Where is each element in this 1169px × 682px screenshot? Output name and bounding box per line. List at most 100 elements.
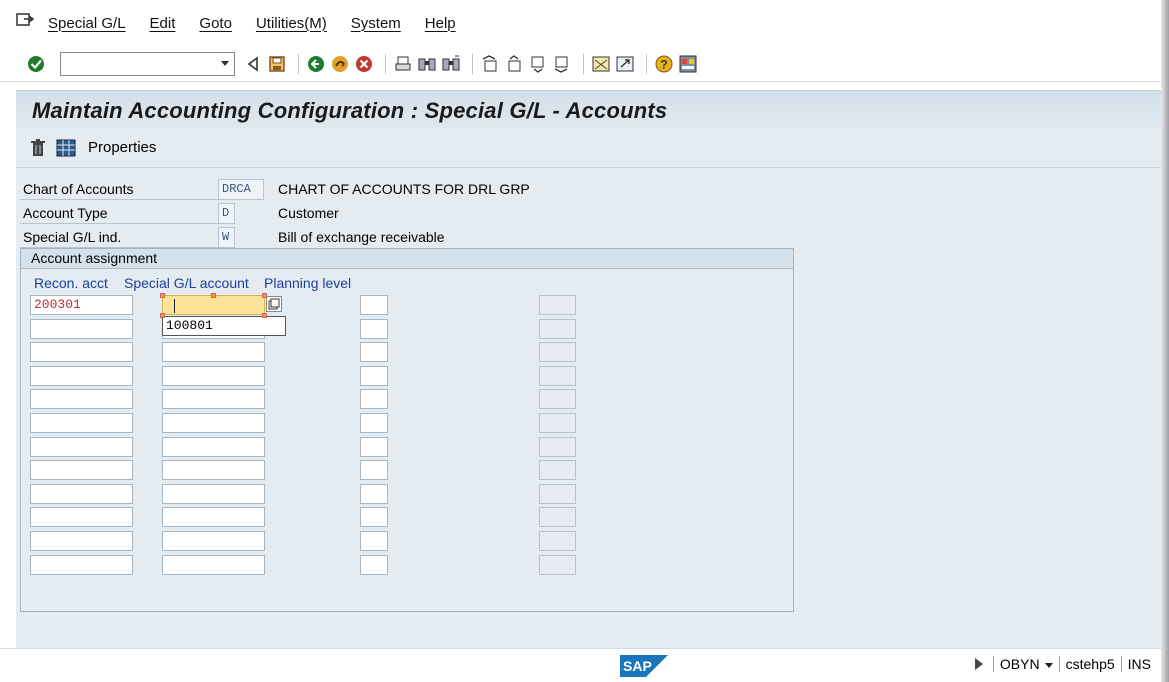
planning-level-cell[interactable] <box>360 484 388 504</box>
menu-exit-icon[interactable] <box>16 12 35 28</box>
selection-handle[interactable] <box>262 293 267 298</box>
special-gl-account-cell[interactable] <box>162 389 265 409</box>
disabled-cell <box>539 555 576 575</box>
chart-of-accounts-value: DRCA <box>218 178 264 200</box>
previous-page-icon[interactable] <box>504 54 524 74</box>
selection-handle[interactable] <box>211 293 216 298</box>
disabled-cell <box>539 366 576 386</box>
account-type-label: Account Type <box>20 202 218 224</box>
back-icon[interactable] <box>306 54 326 74</box>
status-transaction[interactable]: OBYN <box>992 656 1059 672</box>
application-toolbar: Properties <box>16 128 1161 168</box>
text-cursor <box>174 299 175 313</box>
sap-logo: SAP <box>620 655 668 677</box>
menu-special-gl[interactable]: Special G/L <box>48 15 126 32</box>
disabled-cell <box>539 437 576 457</box>
special-gl-account-header: Special G/L account <box>124 275 249 291</box>
planning-level-cell[interactable] <box>360 319 388 339</box>
svg-text:?: ? <box>660 57 667 71</box>
recon-acct-cell[interactable] <box>30 342 133 362</box>
menu-help[interactable]: Help <box>425 15 456 32</box>
last-page-icon[interactable] <box>552 54 572 74</box>
back-arrow-icon[interactable] <box>243 54 263 74</box>
planning-level-cell[interactable] <box>360 460 388 480</box>
selection-handle[interactable] <box>160 293 165 298</box>
exit-icon[interactable] <box>330 54 350 74</box>
cancel-icon[interactable] <box>354 54 374 74</box>
recon-acct-cell[interactable] <box>30 507 133 527</box>
search-help-icon[interactable] <box>266 296 282 312</box>
special-gl-account-cell[interactable] <box>162 413 265 433</box>
menu-goto[interactable]: Goto <box>199 15 232 32</box>
recon-acct-cell[interactable] <box>30 366 133 386</box>
delete-trash-icon[interactable] <box>28 138 48 158</box>
recon-acct-cell[interactable] <box>30 460 133 480</box>
properties-button[interactable]: Properties <box>88 139 156 156</box>
main-content: Chart of Accounts DRCA CHART OF ACCOUNTS… <box>16 168 1161 648</box>
status-right: OBYN cstehp5 INS <box>974 656 1157 672</box>
recon-acct-cell[interactable] <box>30 484 133 504</box>
special-gl-account-cell[interactable] <box>162 531 265 551</box>
page-title: Maintain Accounting Configuration : Spec… <box>32 98 668 123</box>
command-dropdown-icon[interactable] <box>221 60 229 66</box>
special-gl-account-cell[interactable] <box>162 366 265 386</box>
special-gl-account-cell[interactable] <box>162 295 265 315</box>
planning-level-cell[interactable] <box>360 295 388 315</box>
enter-check-icon[interactable] <box>26 54 46 74</box>
special-gl-account-cell[interactable] <box>162 507 265 527</box>
special-gl-account-cell[interactable] <box>162 484 265 504</box>
shortcut-icon[interactable] <box>615 54 635 74</box>
new-session-icon[interactable] <box>591 54 611 74</box>
status-expand-icon[interactable] <box>974 658 983 670</box>
menu-system[interactable]: System <box>351 15 401 32</box>
menu-edit[interactable]: Edit <box>150 15 176 32</box>
command-input[interactable] <box>61 52 211 75</box>
menu-utilities[interactable]: Utilities(M) <box>256 15 327 32</box>
special-gl-account-cell[interactable] <box>162 342 265 362</box>
planning-level-cell[interactable] <box>360 342 388 362</box>
first-page-icon[interactable] <box>480 54 500 74</box>
selection-handle[interactable] <box>262 313 267 318</box>
recon-acct-cell[interactable] <box>30 437 133 457</box>
disabled-cell <box>539 342 576 362</box>
selection-handle[interactable] <box>160 313 165 318</box>
special-gl-ind-value: W <box>218 226 235 248</box>
recon-acct-cell[interactable]: 200301 <box>30 295 133 315</box>
save-icon[interactable] <box>267 54 287 74</box>
account-assignment-title: Account assignment <box>21 249 793 269</box>
recon-acct-cell[interactable] <box>30 413 133 433</box>
customize-layout-icon[interactable] <box>678 54 698 74</box>
planning-level-header: Planning level <box>264 275 352 291</box>
command-field[interactable] <box>60 51 235 76</box>
disabled-cell <box>539 413 576 433</box>
find-next-icon[interactable] <box>441 54 461 74</box>
find-icon[interactable] <box>417 54 437 74</box>
planning-level-cell[interactable] <box>360 366 388 386</box>
help-icon[interactable]: ? <box>654 54 674 74</box>
disabled-cell <box>539 484 576 504</box>
planning-level-cell[interactable] <box>360 413 388 433</box>
chart-of-accounts-label: Chart of Accounts <box>20 178 218 200</box>
special-gl-account-cell[interactable] <box>162 460 265 480</box>
status-mode[interactable]: INS <box>1120 656 1157 672</box>
planning-level-cell[interactable] <box>360 437 388 457</box>
toolbar-separator <box>472 53 473 74</box>
account-assignment-group: Account assignment Recon. acct Special G… <box>20 248 794 612</box>
print-icon[interactable] <box>393 54 413 74</box>
special-gl-account-cell[interactable] <box>162 555 265 575</box>
planning-level-cell[interactable] <box>360 389 388 409</box>
planning-level-cell[interactable] <box>360 555 388 575</box>
svg-text:SAP: SAP <box>623 658 652 674</box>
table-grid-icon[interactable] <box>56 138 76 158</box>
planning-level-cell[interactable] <box>360 531 388 551</box>
recon-acct-cell[interactable] <box>30 555 133 575</box>
chevron-down-icon[interactable] <box>1044 662 1053 668</box>
disabled-cell <box>539 295 576 315</box>
special-gl-account-cell[interactable] <box>162 437 265 457</box>
planning-level-cell[interactable] <box>360 507 388 527</box>
recon-acct-cell[interactable] <box>30 389 133 409</box>
next-page-icon[interactable] <box>528 54 548 74</box>
recon-acct-cell[interactable] <box>30 531 133 551</box>
value-suggestion-item[interactable]: 100801 <box>162 316 286 336</box>
recon-acct-cell[interactable] <box>30 319 133 339</box>
